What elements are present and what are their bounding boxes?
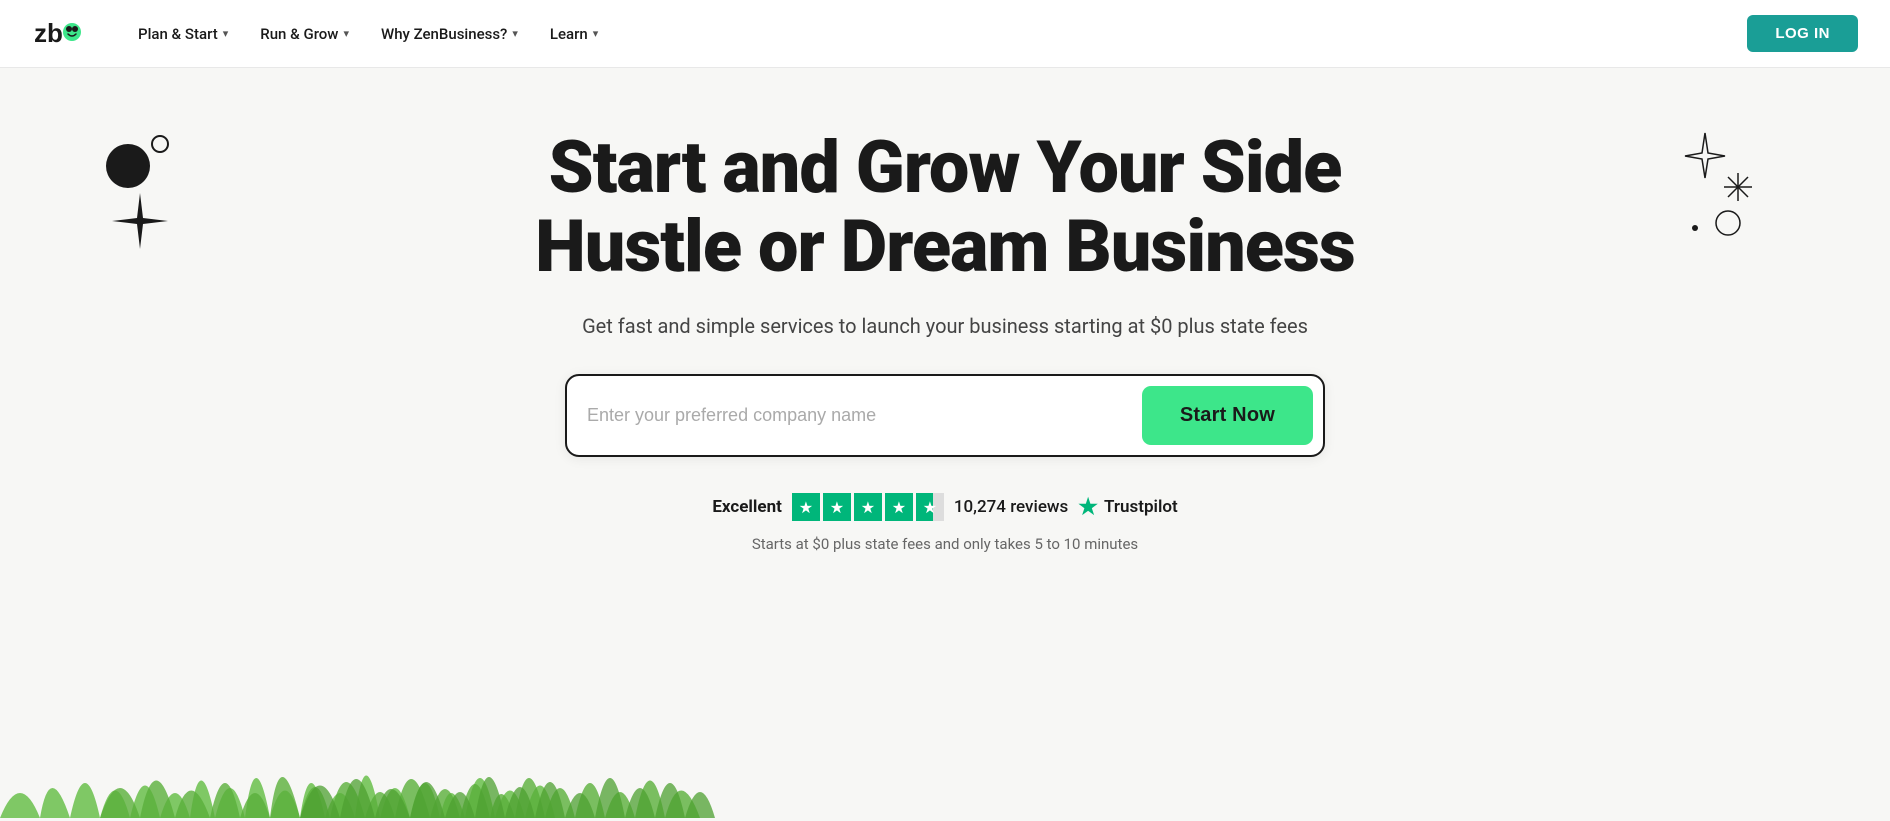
nav-run-grow[interactable]: Run & Grow ▾ <box>246 17 363 51</box>
login-button[interactable]: LOG IN <box>1747 15 1858 52</box>
hero-section: Start and Grow Your Side Hustle or Dream… <box>0 68 1890 818</box>
chevron-down-icon: ▾ <box>512 27 518 40</box>
reviews-count: 10,274 reviews <box>954 497 1068 517</box>
deco-sparkle-left <box>105 188 175 262</box>
trustpilot-excellent: Excellent <box>712 497 782 517</box>
navbar: zb Plan & Start ▾ Run & Grow ▾ Why ZenBu… <box>0 0 1890 68</box>
star-2: ★ <box>823 493 851 521</box>
company-name-input[interactable] <box>587 397 1142 434</box>
svg-text:zb: zb <box>34 18 63 48</box>
star-half: ★ <box>916 493 944 521</box>
trustpilot-brand: ★ Trustpilot <box>1078 495 1177 520</box>
star-3: ★ <box>854 493 882 521</box>
chevron-down-icon: ▾ <box>343 27 349 40</box>
chevron-down-icon: ▾ <box>223 27 229 40</box>
nav-links: Plan & Start ▾ Run & Grow ▾ Why ZenBusin… <box>124 17 1747 51</box>
star-1: ★ <box>792 493 820 521</box>
trustpilot-stars: ★ ★ ★ ★ ★ <box>792 493 944 521</box>
hero-subtitle: Get fast and simple services to launch y… <box>582 314 1308 338</box>
logo[interactable]: zb <box>32 14 84 54</box>
trustpilot-icon: ★ <box>1078 495 1098 520</box>
hero-footnote: Starts at $0 plus state fees and only ta… <box>752 535 1138 553</box>
deco-right <box>1650 123 1770 257</box>
star-4: ★ <box>885 493 913 521</box>
trustpilot-row: Excellent ★ ★ ★ ★ ★ 10,274 reviews ★ Tru… <box>712 493 1177 521</box>
hero-title: Start and Grow Your Side Hustle or Dream… <box>535 128 1355 286</box>
nav-learn[interactable]: Learn ▾ <box>536 17 612 51</box>
chevron-down-icon: ▾ <box>593 27 599 40</box>
nav-plan-start[interactable]: Plan & Start ▾ <box>124 17 242 51</box>
grass-decoration <box>0 728 1890 818</box>
nav-why-zenbusiness[interactable]: Why ZenBusiness? ▾ <box>367 17 532 51</box>
company-name-form: Start Now <box>565 374 1325 457</box>
start-now-button[interactable]: Start Now <box>1142 386 1313 445</box>
